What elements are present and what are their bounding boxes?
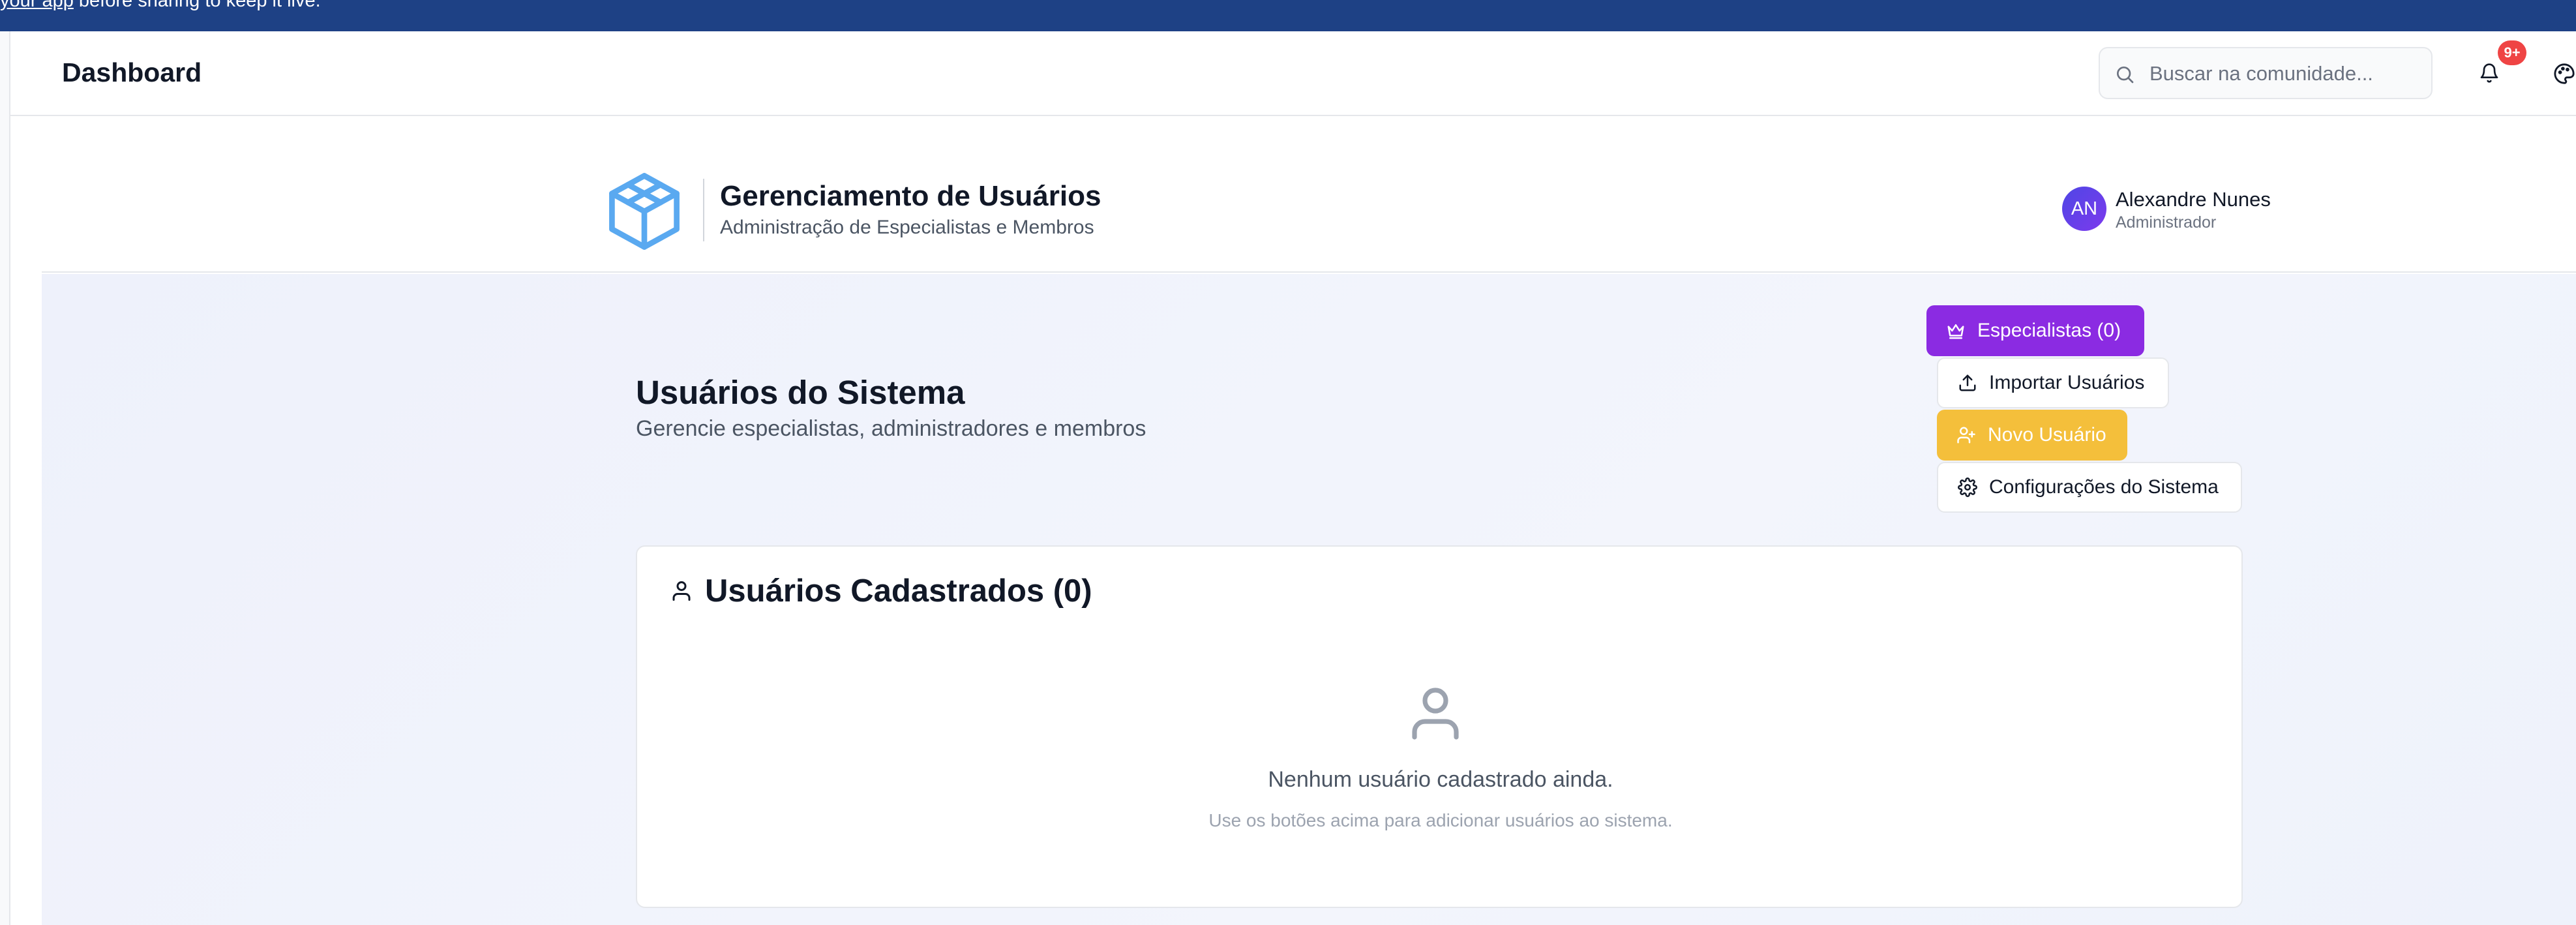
search-box[interactable] xyxy=(2099,47,2433,99)
management-subtitle: Administração de Especialistas e Membros xyxy=(720,217,1094,238)
notification-badge: 9+ xyxy=(2498,40,2526,65)
system-settings-label: Configurações do Sistema xyxy=(1989,476,2219,498)
empty-user-icon xyxy=(1412,688,1459,740)
banner-message: before sharing to keep it live. xyxy=(73,0,321,11)
user-role: Administrador xyxy=(2116,213,2217,232)
especialistas-label: Especialistas (0) xyxy=(1977,320,2121,341)
section-title: Usuários do Sistema xyxy=(636,374,965,411)
palette-icon xyxy=(2554,63,2575,84)
search-input[interactable] xyxy=(2148,57,2422,90)
theme-button[interactable] xyxy=(2546,56,2576,91)
upload-icon xyxy=(1959,374,1976,391)
empty-state-title: Nenhum usuário cadastrado ainda. xyxy=(1268,767,1613,792)
crown-icon xyxy=(1947,324,1964,339)
banner-text: your app before sharing to keep it live. xyxy=(0,0,321,10)
content-area: Gerenciamento de Usuários Administração … xyxy=(42,147,2576,925)
banner-link[interactable]: your app xyxy=(0,0,74,11)
system-settings-button[interactable]: Configurações do Sistema xyxy=(1937,462,2242,513)
section-subtitle: Gerencie especialistas, administradores … xyxy=(636,416,1146,441)
import-users-label: Importar Usuários xyxy=(1989,372,2145,393)
user-plus-icon xyxy=(1957,427,1975,444)
management-header: Gerenciamento de Usuários Administração … xyxy=(42,147,2576,273)
bell-icon xyxy=(2480,63,2498,83)
top-banner: your app before sharing to keep it live. xyxy=(0,0,2576,31)
gear-icon xyxy=(1958,478,1977,497)
app-header: Dashboard 9+ xyxy=(10,31,2576,116)
user-icon xyxy=(672,581,691,601)
logo-divider xyxy=(703,179,704,241)
sidebar-edge xyxy=(0,31,10,925)
users-card-title: Usuários Cadastrados (0) xyxy=(705,573,1092,609)
avatar[interactable]: AN xyxy=(2062,187,2106,231)
cube-logo-icon xyxy=(609,173,680,250)
import-users-button[interactable]: Importar Usuários xyxy=(1937,357,2169,408)
new-user-button[interactable]: Novo Usuário xyxy=(1937,410,2127,461)
especialistas-button[interactable]: Especialistas (0) xyxy=(1926,305,2144,356)
management-title: Gerenciamento de Usuários xyxy=(720,180,1101,212)
search-icon xyxy=(2117,67,2134,83)
users-card: Usuários Cadastrados (0) Nenhum usuário … xyxy=(636,545,2243,908)
new-user-label: Novo Usuário xyxy=(1988,424,2106,446)
user-name: Alexandre Nunes xyxy=(2116,188,2271,211)
page-title: Dashboard xyxy=(62,57,202,87)
empty-state-text: Use os botões acima para adicionar usuár… xyxy=(1208,810,1673,830)
